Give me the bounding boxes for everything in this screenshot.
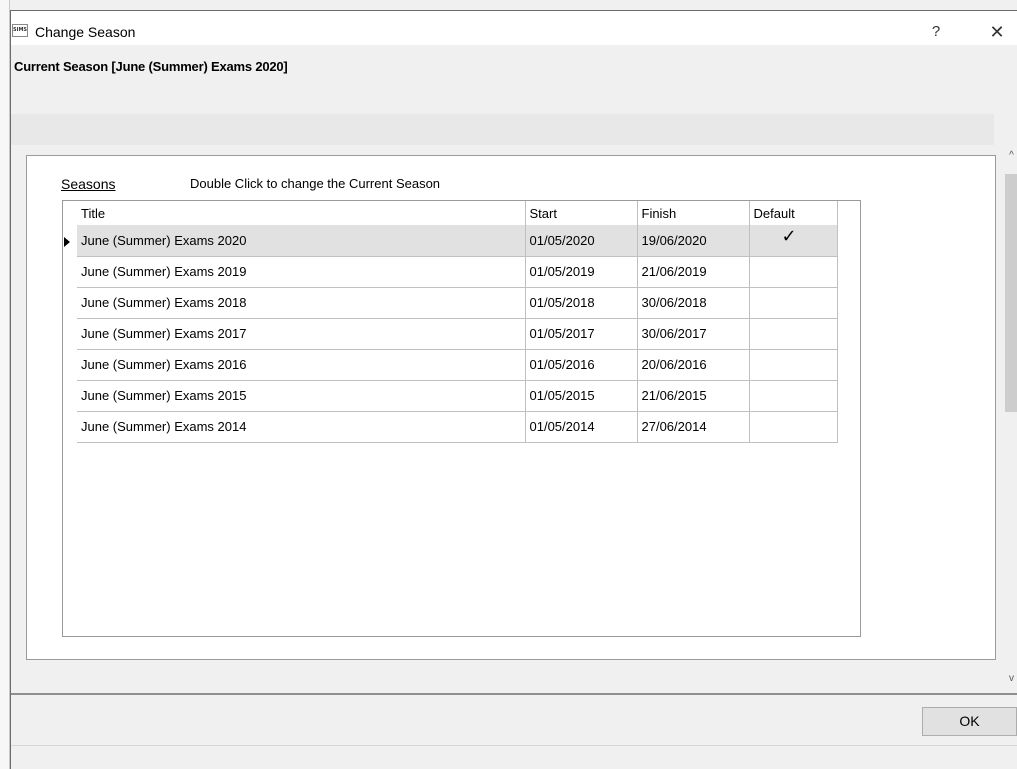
cell-finish[interactable]: 30/06/2018 — [637, 287, 750, 319]
scroll-down-icon[interactable]: v — [1005, 673, 1017, 684]
cell-title[interactable]: June (Summer) Exams 2017 — [77, 318, 526, 350]
cell-finish[interactable]: 27/06/2014 — [637, 411, 750, 443]
cell-start[interactable]: 01/05/2016 — [525, 349, 638, 381]
window-title: Change Season — [35, 24, 136, 40]
cell-start[interactable]: 01/05/2018 — [525, 287, 638, 319]
status-divider — [11, 745, 1017, 746]
row-indicator — [63, 287, 77, 318]
cell-finish[interactable]: 30/06/2017 — [637, 318, 750, 350]
table-row[interactable]: June (Summer) Exams 2018 01/05/2018 30/06/… — [63, 287, 838, 319]
cell-default[interactable] — [749, 318, 838, 350]
cell-title[interactable]: June (Summer) Exams 2018 — [77, 287, 526, 319]
row-indicator — [63, 256, 77, 287]
table-row[interactable]: June (Summer) Exams 2017 01/05/2017 30/06/… — [63, 318, 838, 350]
background-app-strip — [0, 0, 10, 769]
scroll-up-icon[interactable]: ^ — [1005, 150, 1017, 161]
row-indicator — [63, 380, 77, 411]
cell-finish[interactable]: 21/06/2015 — [637, 380, 750, 412]
column-header-title[interactable]: Title — [77, 201, 526, 225]
cell-start[interactable]: 01/05/2015 — [525, 380, 638, 412]
cell-title[interactable]: June (Summer) Exams 2015 — [77, 380, 526, 412]
seasons-label: Seasons — [61, 176, 116, 192]
cell-default[interactable] — [749, 380, 838, 412]
cell-start[interactable]: 01/05/2020 — [525, 225, 638, 257]
row-indicator — [63, 349, 77, 380]
content-panel: Seasons Double Click to change the Curre… — [11, 145, 1005, 693]
row-indicator — [63, 318, 77, 349]
current-row-arrow-icon — [64, 237, 70, 247]
header-band — [11, 114, 994, 145]
column-header-start[interactable]: Start — [525, 201, 638, 225]
cell-start[interactable]: 01/05/2019 — [525, 256, 638, 288]
table-row[interactable]: June (Summer) Exams 2014 01/05/2014 27/06/… — [63, 411, 838, 443]
cell-finish[interactable]: 19/06/2020 — [637, 225, 750, 257]
default-check-icon: ✓ — [781, 226, 797, 248]
cell-default[interactable] — [749, 256, 838, 288]
cell-title[interactable]: June (Summer) Exams 2019 — [77, 256, 526, 288]
dialog-footer: OK — [11, 695, 1017, 769]
season-header: Current Season [June (Summer) Exams 2020… — [11, 45, 1017, 125]
seasons-grid[interactable]: Title Start Finish Default June (Summer)… — [62, 200, 861, 637]
table-row[interactable]: June (Summer) Exams 2020 01/05/2020 19/06/… — [63, 225, 838, 257]
cell-default[interactable] — [749, 349, 838, 381]
column-header-default[interactable]: Default — [749, 201, 838, 225]
table-row[interactable]: June (Summer) Exams 2019 01/05/2019 21/06/… — [63, 256, 838, 288]
row-indicator-header — [63, 201, 77, 225]
cell-title[interactable]: June (Summer) Exams 2014 — [77, 411, 526, 443]
title-bar: SIMS Change Season ? ✕ — [11, 11, 1017, 45]
table-row[interactable]: June (Summer) Exams 2016 01/05/2016 20/06/… — [63, 349, 838, 381]
cell-start[interactable]: 01/05/2017 — [525, 318, 638, 350]
screen: SIMS Change Season ? ✕ Current Season [J… — [0, 0, 1017, 769]
scroll-thumb[interactable] — [1005, 174, 1017, 412]
vertical-scrollbar[interactable]: ^ v — [1005, 145, 1017, 693]
cell-default[interactable] — [749, 287, 838, 319]
seasons-table: Title Start Finish Default June (Summer)… — [63, 201, 838, 443]
current-season-label: Current Season [June (Summer) Exams 2020… — [14, 59, 288, 74]
cell-default[interactable] — [749, 411, 838, 443]
cell-finish[interactable]: 21/06/2019 — [637, 256, 750, 288]
cell-title[interactable]: June (Summer) Exams 2020 — [77, 225, 526, 257]
column-header-finish[interactable]: Finish — [637, 201, 750, 225]
change-season-dialog: SIMS Change Season ? ✕ Current Season [J… — [10, 10, 1017, 769]
close-button[interactable]: ✕ — [979, 20, 1015, 44]
sims-app-icon: SIMS — [12, 24, 28, 37]
cell-default[interactable]: ✓ — [749, 225, 838, 257]
row-indicator — [63, 225, 77, 256]
cell-finish[interactable]: 20/06/2016 — [637, 349, 750, 381]
help-button[interactable]: ? — [916, 20, 956, 44]
table-row[interactable]: June (Summer) Exams 2015 01/05/2015 21/06/… — [63, 380, 838, 412]
grid-header-row: Title Start Finish Default — [63, 201, 838, 225]
seasons-frame: Seasons Double Click to change the Curre… — [26, 155, 996, 660]
row-indicator — [63, 411, 77, 442]
cell-start[interactable]: 01/05/2014 — [525, 411, 638, 443]
cell-title[interactable]: June (Summer) Exams 2016 — [77, 349, 526, 381]
ok-button[interactable]: OK — [922, 707, 1017, 736]
seasons-hint: Double Click to change the Current Seaso… — [190, 176, 441, 191]
